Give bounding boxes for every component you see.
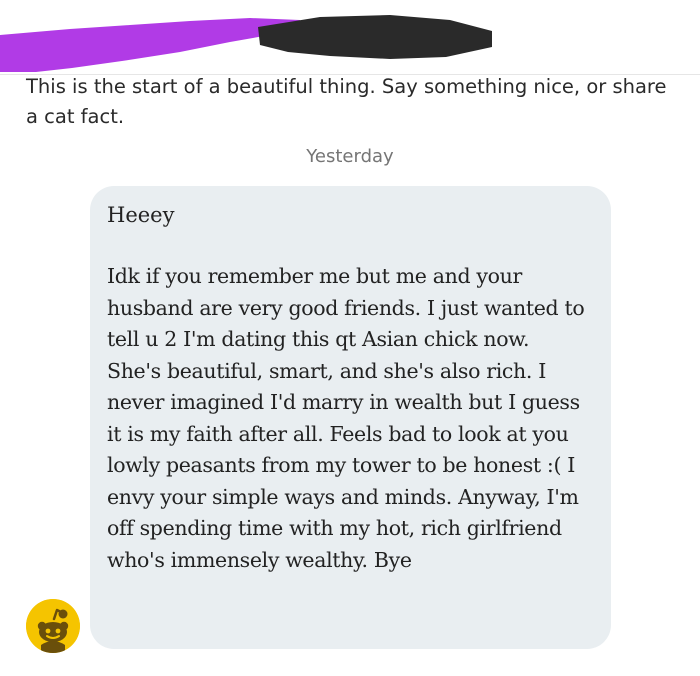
dark-redaction-mark (258, 15, 492, 59)
snoo-avatar-icon[interactable] (26, 599, 80, 653)
message-greeting: Heeey (107, 203, 175, 227)
avatar-left-eye (45, 628, 51, 634)
header-redaction (0, 0, 700, 76)
message-body: Idk if you remember me but me and your h… (107, 264, 585, 572)
date-divider: Yesterday (306, 146, 394, 167)
avatar-right-eye (55, 628, 61, 634)
redaction-marks (0, 15, 492, 76)
avatar-graphic (26, 599, 80, 653)
chat-intro-text: This is the start of a beautiful thing. … (26, 75, 667, 128)
message-bubble: Heeey Idk if you remember me but me and … (90, 186, 611, 649)
purple-redaction-mark (0, 18, 300, 76)
